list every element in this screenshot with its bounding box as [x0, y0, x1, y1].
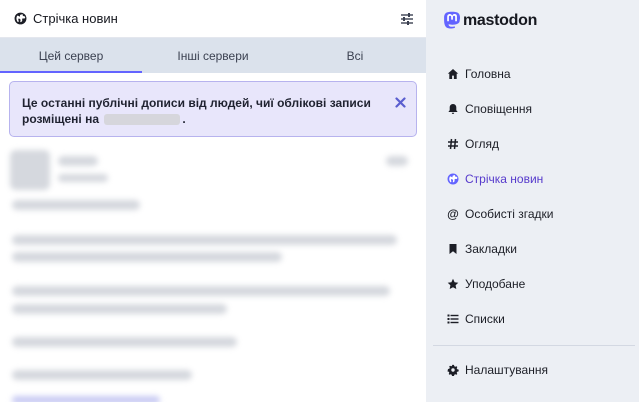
blurred-link — [12, 396, 160, 402]
tab-all[interactable]: Всі — [284, 38, 426, 73]
public-timeline-column: Стрічка новин Цей сервер Інші сервери Вс… — [0, 0, 426, 402]
tab-label: Цей сервер — [38, 48, 104, 63]
tab-other-servers[interactable]: Інші сервери — [142, 38, 284, 73]
sidebar-item-label: Сповіщення — [465, 101, 533, 116]
sidebar-item-preferences[interactable]: Налаштування — [433, 352, 639, 387]
sidebar-navigation: Головна Сповіщення Огляд Стрічка новин @… — [433, 56, 639, 336]
at-icon: @ — [447, 206, 459, 221]
sidebar-item-bookmarks[interactable]: Закладки — [433, 231, 639, 266]
sidebar-item-live-feed[interactable]: Стрічка новин — [433, 161, 639, 196]
star-icon — [447, 278, 459, 290]
home-icon — [447, 68, 459, 80]
globe-icon — [447, 173, 459, 185]
blurred-text — [12, 337, 237, 347]
column-title: Стрічка новин — [33, 11, 118, 26]
sidebar-item-label: Списки — [465, 311, 505, 326]
blurred-text — [58, 174, 108, 182]
column-header: Стрічка новин — [0, 0, 426, 38]
list-icon — [447, 313, 459, 325]
local-timeline-notice: Це останні публічні дописи від людей, чи… — [9, 81, 417, 137]
sidebar-settings-section: Налаштування — [433, 352, 639, 387]
sidebar-item-label: Налаштування — [465, 362, 548, 377]
gear-icon — [447, 364, 459, 376]
blurred-text — [386, 156, 408, 166]
blurred-server-domain — [104, 114, 181, 126]
blurred-text — [12, 370, 192, 380]
blurred-text — [12, 286, 390, 296]
tab-label: Інші сервери — [177, 48, 249, 63]
blurred-avatar — [10, 150, 50, 190]
sidebar-item-label: Головна — [465, 66, 511, 81]
close-icon[interactable] — [395, 96, 406, 108]
tab-this-server[interactable]: Цей сервер — [0, 38, 142, 73]
globe-icon — [14, 12, 27, 25]
logo-wordmark: mastodon — [463, 12, 538, 29]
blurred-text — [12, 200, 140, 210]
sidebar-item-label: Особисті згадки — [465, 206, 554, 221]
hashtag-icon — [447, 138, 459, 150]
sidebar-item-lists[interactable]: Списки — [433, 301, 639, 336]
mastodon-logo-icon — [444, 11, 460, 29]
sidebar-item-label: Закладки — [465, 241, 517, 256]
mastodon-logo[interactable]: mastodon — [443, 8, 537, 34]
notice-text: Це останні публічні дописи від людей, чи… — [22, 96, 371, 126]
tab-label: Всі — [346, 48, 364, 63]
blurred-text — [12, 304, 227, 314]
blurred-post-list — [0, 140, 426, 402]
sidebar-item-home[interactable]: Головна — [433, 56, 639, 91]
sliders-icon[interactable] — [400, 12, 414, 26]
sidebar-item-label: Огляд — [465, 136, 499, 151]
blurred-text — [12, 235, 397, 245]
notice-text-end: . — [182, 112, 186, 126]
blurred-text — [58, 156, 98, 166]
sidebar-item-label: Стрічка новин — [465, 171, 544, 186]
sidebar-divider — [433, 345, 635, 346]
blurred-text — [12, 252, 282, 262]
sidebar-item-mentions[interactable]: @ Особисті згадки — [433, 196, 639, 231]
sidebar-item-explore[interactable]: Огляд — [433, 126, 639, 161]
timeline-tabs: Цей сервер Інші сервери Всі — [0, 38, 426, 73]
bell-icon — [447, 103, 459, 115]
sidebar-item-label: Уподобане — [465, 276, 526, 291]
sidebar-item-notifications[interactable]: Сповіщення — [433, 91, 639, 126]
sidebar-item-favourites[interactable]: Уподобане — [433, 266, 639, 301]
bookmark-icon — [447, 243, 459, 255]
